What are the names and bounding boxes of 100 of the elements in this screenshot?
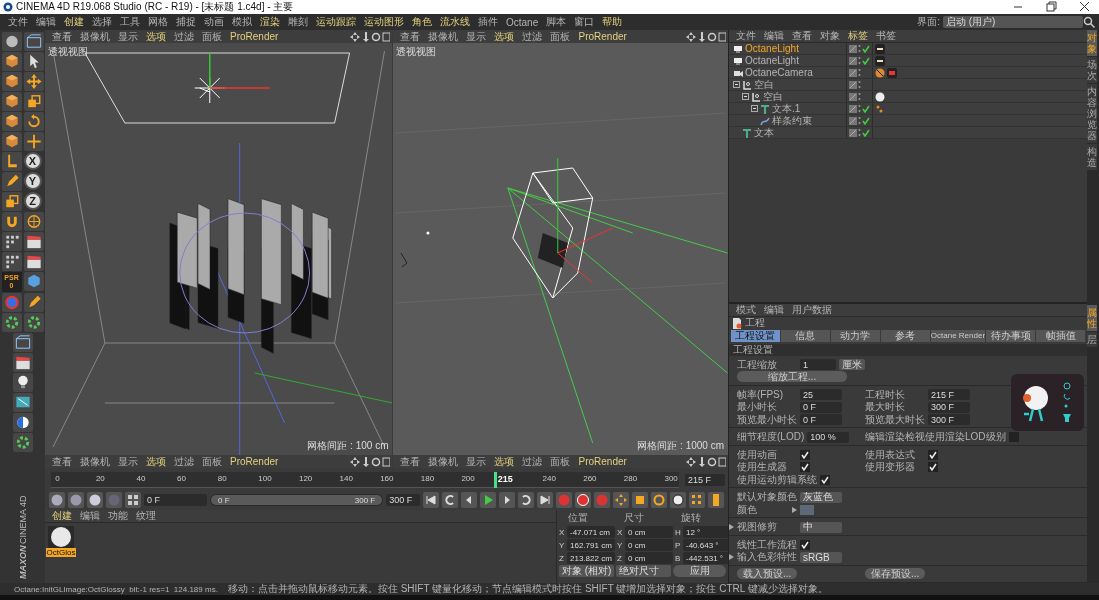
tab[interactable]: 帧插值 (1036, 329, 1085, 342)
tab[interactable]: Octane Render (930, 329, 986, 342)
rotate-icon[interactable] (651, 492, 667, 508)
cube-icon[interactable] (1, 92, 22, 111)
l-shape-icon[interactable] (1, 152, 22, 171)
menu-item[interactable]: 帮助 (598, 15, 627, 29)
object-row[interactable]: 空白 (729, 79, 1087, 91)
position-field[interactable]: 162.791 cm (567, 539, 615, 551)
magnet-icon[interactable] (1, 212, 22, 231)
clapperboard-icon[interactable] (23, 232, 44, 251)
menu-item[interactable]: 过滤 (170, 454, 198, 469)
expand-arrow-icon[interactable] (792, 506, 797, 513)
object-name[interactable]: OctaneLight (745, 55, 799, 66)
visibility-dots-icon[interactable] (858, 80, 861, 89)
layer-icon[interactable] (849, 92, 857, 101)
checkbox[interactable] (1008, 432, 1019, 442)
object-name[interactable]: 空白 (763, 91, 783, 102)
object-row[interactable]: OctaneLight (729, 43, 1087, 55)
cube-icon[interactable] (1, 52, 22, 71)
menu-item[interactable]: 角色 (408, 15, 436, 29)
clapperboard-icon[interactable] (23, 252, 44, 271)
menu-item[interactable]: 摄像机 (424, 454, 463, 469)
menu-item[interactable]: 查看 (48, 454, 76, 469)
preset-button[interactable]: 载入预设... (737, 568, 798, 580)
object-name[interactable]: 空白 (754, 79, 774, 90)
pen-icon[interactable] (1, 172, 22, 191)
tab[interactable]: 待办事项 (986, 329, 1036, 342)
layout-dropdown[interactable]: 启动 (用户) (943, 16, 1083, 28)
object-row[interactable]: 样条约束 (729, 115, 1087, 127)
menu-item[interactable]: 网格 (144, 15, 172, 29)
window-icon[interactable] (12, 333, 33, 352)
checkbox[interactable] (800, 539, 810, 550)
menu-item[interactable]: ProRender (226, 31, 283, 42)
cube-icon[interactable] (1, 132, 22, 151)
menu-item[interactable]: 显示 (462, 29, 491, 44)
menu-item[interactable]: Octane (502, 16, 543, 28)
material-tag-icon[interactable] (875, 91, 885, 102)
color-swatch[interactable] (800, 504, 814, 515)
enabled-check-icon[interactable] (862, 128, 870, 137)
checkbox[interactable] (928, 449, 938, 460)
menu-item[interactable]: 选择 (88, 15, 116, 29)
menu-item[interactable]: 选项 (490, 29, 519, 44)
number-field[interactable]: 0 F (800, 414, 842, 425)
light-bulb-icon[interactable] (12, 373, 33, 392)
position-field[interactable]: -47.071 cm (567, 526, 615, 538)
visibility-dots-icon[interactable] (858, 92, 861, 101)
enabled-check-icon[interactable] (862, 56, 870, 65)
viewport-nav-icons[interactable] (686, 31, 726, 42)
gear-icon[interactable] (12, 433, 33, 452)
play-icon[interactable] (480, 492, 496, 508)
window-icon[interactable] (23, 32, 44, 51)
visibility-dots-icon[interactable] (858, 68, 861, 77)
rotation-field[interactable]: -442.531 ° (683, 552, 731, 564)
menu-item[interactable]: 选项 (142, 29, 170, 44)
dots-tag-icon[interactable] (875, 103, 885, 114)
viewport[interactable]: 透视视图 网格间距 : 100 cm (45, 43, 393, 455)
menu-item[interactable]: 摄像机 (76, 29, 114, 44)
size-field[interactable]: 0 cm (625, 552, 673, 564)
dot-grid-icon[interactable] (689, 492, 705, 508)
scale-icon[interactable] (23, 92, 44, 111)
start-frame-field[interactable]: 0 F (144, 494, 208, 506)
viewport-nav-icons[interactable] (350, 456, 391, 467)
sphere-icon[interactable] (87, 492, 103, 508)
side-tab[interactable]: 构造 (1087, 144, 1097, 170)
expand-arrow-icon[interactable] (729, 524, 734, 530)
number-field[interactable]: 300 F (928, 401, 970, 413)
move-icon[interactable] (23, 72, 44, 91)
menu-item[interactable]: 渲染 (256, 15, 284, 29)
expand-arrow-icon[interactable] (729, 554, 734, 560)
preview-range-slider[interactable]: 0 F 300 F (210, 494, 384, 506)
menu-item[interactable]: ProRender (574, 31, 631, 42)
visibility-dots-icon[interactable] (858, 116, 861, 125)
position-field[interactable]: 213.822 cm (567, 552, 615, 564)
dropdown[interactable]: 中 (800, 521, 842, 533)
number-field[interactable]: 215 F (928, 389, 970, 400)
layer-icon[interactable] (849, 68, 857, 77)
checkbox[interactable] (820, 474, 830, 485)
step-forward-icon[interactable] (499, 492, 515, 508)
menu-item[interactable]: 脚本 (542, 15, 571, 29)
menu-item[interactable]: 运动图形 (360, 15, 408, 29)
material-name[interactable]: OctGlos (45, 548, 77, 557)
checkbox[interactable] (928, 462, 938, 472)
object-name[interactable]: OctaneCamera (745, 67, 813, 78)
material-preview-sphere[interactable] (48, 526, 74, 548)
dot-grid-icon[interactable] (1, 252, 22, 271)
unit-dropdown[interactable]: 厘米 (839, 359, 865, 370)
layer-icon[interactable] (849, 128, 857, 137)
current-frame-field[interactable]: 215 F (685, 474, 725, 486)
axis-toggle-button[interactable]: Y (23, 172, 42, 190)
side-tab[interactable]: 对象 (1087, 30, 1097, 56)
side-tab[interactable]: 属性 (1087, 305, 1097, 331)
object-row[interactable]: 文本.1 (729, 103, 1087, 115)
viewport-nav-icons[interactable] (686, 456, 726, 467)
collapse-icon[interactable] (733, 81, 740, 88)
scale-icon[interactable] (632, 492, 648, 508)
camera-tag-icon[interactable] (887, 67, 897, 78)
menu-item[interactable]: 工具 (116, 15, 144, 29)
loop-forward-icon[interactable] (518, 492, 534, 508)
visibility-dots-icon[interactable] (858, 44, 861, 53)
pen-icon[interactable] (23, 293, 44, 312)
